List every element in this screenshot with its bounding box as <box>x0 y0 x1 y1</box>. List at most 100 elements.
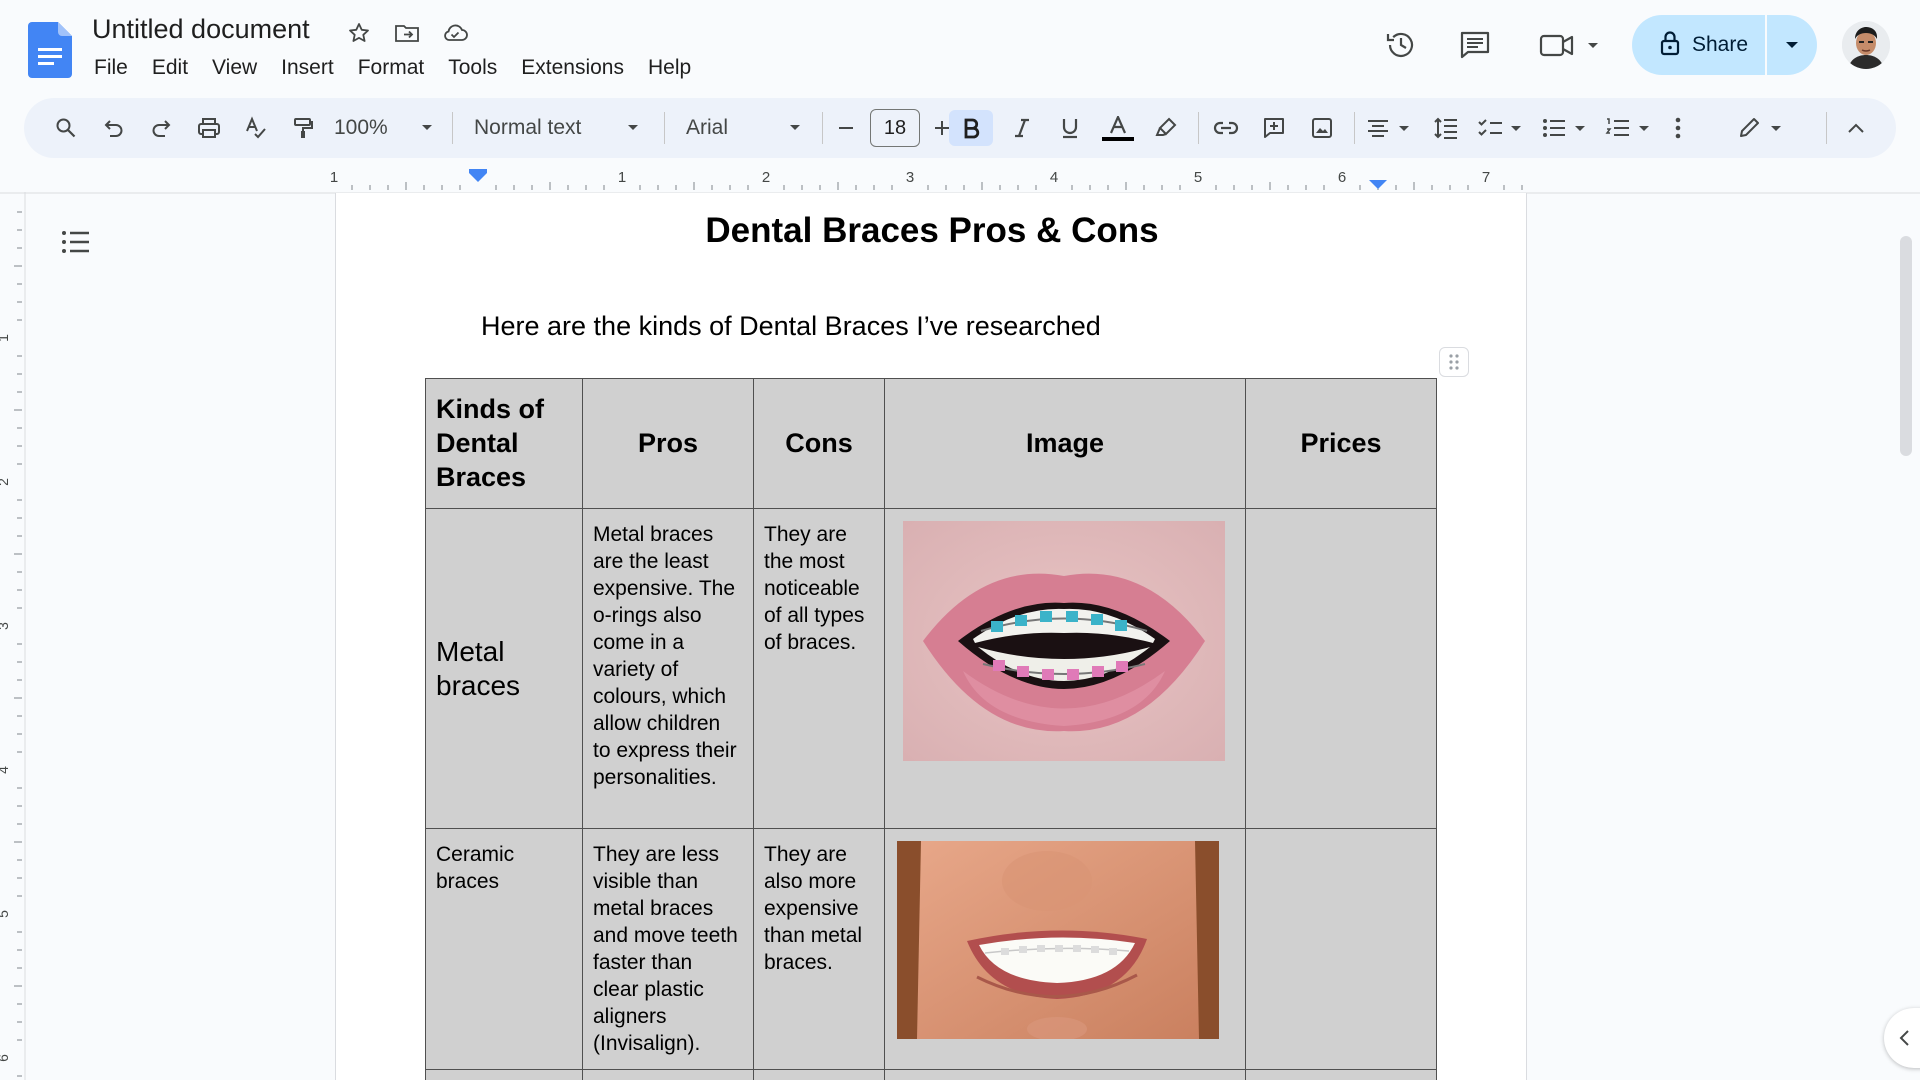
add-comment-icon[interactable] <box>1254 110 1294 146</box>
menu-extensions[interactable]: Extensions <box>509 54 636 82</box>
avatar[interactable] <box>1842 21 1890 69</box>
zoom-select[interactable]: 100% <box>334 110 434 146</box>
more-options-icon[interactable] <box>1664 110 1692 146</box>
cell-image[interactable] <box>884 1069 1246 1080</box>
share-label: Share <box>1692 33 1749 56</box>
left-indent-marker[interactable] <box>469 173 487 182</box>
font-select[interactable]: Arial <box>680 110 808 146</box>
header-prices[interactable]: Prices <box>1245 377 1437 510</box>
cell-image[interactable] <box>884 828 1246 1071</box>
paragraph-style-select[interactable]: Normal text <box>468 110 646 146</box>
horizontal-ruler[interactable]: 1 1 2 3 4 5 6 7 <box>0 164 1920 194</box>
ruler-label: 6 <box>0 1054 11 1062</box>
cell-price[interactable] <box>1245 1069 1437 1080</box>
cell-pros[interactable] <box>582 1069 754 1080</box>
print-icon[interactable] <box>191 110 227 146</box>
menu-format[interactable]: Format <box>346 54 437 82</box>
document-page[interactable]: Dental Braces Pros & Cons Here are the k… <box>335 193 1527 1080</box>
ruler-label: 5 <box>0 910 11 918</box>
menu-file[interactable]: File <box>82 54 140 82</box>
bold-button[interactable] <box>949 110 993 146</box>
intro-paragraph[interactable]: Here are the kinds of Dental Braces I’ve… <box>481 311 1101 342</box>
decrease-font-size-icon[interactable] <box>828 110 864 146</box>
checklist-icon[interactable] <box>1472 110 1532 146</box>
right-indent-marker[interactable] <box>1369 180 1387 189</box>
cloud-saved-icon[interactable] <box>440 18 470 48</box>
cell-kind[interactable]: Metal braces <box>425 508 583 830</box>
numbered-list-icon[interactable] <box>1600 110 1660 146</box>
style-dropdown-icon <box>628 125 638 130</box>
move-folder-icon[interactable] <box>392 18 422 48</box>
cell-cons[interactable] <box>753 1069 885 1080</box>
cell-cons[interactable]: They are also more expensive than metal … <box>753 828 885 1071</box>
cell-cons[interactable]: They are the most noticeable of all type… <box>753 508 885 830</box>
toolbar-separator <box>452 112 453 144</box>
table-drag-handle-icon[interactable] <box>1439 347 1469 377</box>
ruler-label: 6 <box>1338 169 1346 186</box>
vertical-scrollbar[interactable] <box>1900 236 1912 456</box>
collapse-menus-icon[interactable] <box>1838 110 1874 146</box>
show-side-panel-button[interactable] <box>1884 1008 1920 1068</box>
cell-pros[interactable]: They are less visible than metal braces … <box>582 828 754 1071</box>
chevron-left-icon <box>1899 1030 1909 1046</box>
font-size-input[interactable]: 18 <box>870 109 920 147</box>
share-main[interactable]: Share <box>1632 15 1767 75</box>
menu-help[interactable]: Help <box>636 54 703 82</box>
braces-table[interactable]: Kinds of Dental Braces Pros Cons Image P… <box>425 377 1437 1080</box>
ruler-label: 5 <box>1194 169 1202 186</box>
header-kinds[interactable]: Kinds of Dental Braces <box>425 377 583 510</box>
version-history-icon[interactable] <box>1381 26 1421 64</box>
table-row <box>425 1069 1437 1080</box>
header-image[interactable]: Image <box>884 377 1246 510</box>
meet-call-icon[interactable] <box>1534 26 1604 64</box>
ruler-label: 1 <box>618 169 626 186</box>
ceramic-braces-image[interactable] <box>897 841 1219 1042</box>
share-dropdown-icon[interactable] <box>1767 15 1817 75</box>
spellcheck-icon[interactable] <box>238 110 274 146</box>
underline-button[interactable] <box>1050 110 1090 146</box>
undo-icon[interactable] <box>96 110 132 146</box>
cell-price[interactable] <box>1245 828 1437 1071</box>
font-dropdown-icon <box>790 125 800 130</box>
insert-link-icon[interactable] <box>1206 110 1246 146</box>
ruler-label: 7 <box>1482 169 1490 186</box>
menu-insert[interactable]: Insert <box>269 54 346 82</box>
insert-image-icon[interactable] <box>1302 110 1342 146</box>
document-outline-icon[interactable] <box>58 224 94 260</box>
vertical-ruler[interactable]: 1 2 3 4 5 6 <box>0 192 26 1080</box>
menu-edit[interactable]: Edit <box>140 54 200 82</box>
bulleted-list-icon[interactable] <box>1536 110 1596 146</box>
align-icon[interactable] <box>1360 110 1420 146</box>
lock-icon <box>1660 30 1680 61</box>
menu-view[interactable]: View <box>200 54 269 82</box>
cell-kind[interactable] <box>425 1069 583 1080</box>
star-icon[interactable] <box>344 18 374 48</box>
cell-kind[interactable]: Ceramic braces <box>425 828 583 1071</box>
italic-button[interactable] <box>1002 110 1042 146</box>
docs-logo-icon[interactable] <box>28 22 72 78</box>
ruler-label: 2 <box>0 478 11 486</box>
cell-image[interactable] <box>884 508 1246 830</box>
cell-price[interactable] <box>1245 508 1437 830</box>
header: Untitled document File Edit View Insert … <box>0 0 1920 96</box>
font-value: Arial <box>686 116 729 139</box>
toolbar-separator <box>664 112 665 144</box>
share-button[interactable]: Share <box>1632 15 1817 75</box>
comments-icon[interactable] <box>1455 26 1495 64</box>
metal-braces-image[interactable] <box>903 521 1225 762</box>
header-pros[interactable]: Pros <box>582 377 754 510</box>
zoom-value: 100% <box>334 116 388 139</box>
redo-icon[interactable] <box>143 110 179 146</box>
editing-mode-icon[interactable] <box>1732 110 1792 146</box>
document-heading[interactable]: Dental Braces Pros & Cons <box>336 211 1528 251</box>
cell-pros[interactable]: Metal braces are the least expensive. Th… <box>582 508 754 830</box>
search-menus-icon[interactable] <box>48 110 84 146</box>
menu-tools[interactable]: Tools <box>436 54 509 82</box>
highlight-color-icon[interactable] <box>1146 110 1186 146</box>
first-line-indent-marker[interactable] <box>469 169 487 173</box>
document-title[interactable]: Untitled document <box>92 14 310 45</box>
header-cons[interactable]: Cons <box>753 377 885 510</box>
text-color-button[interactable] <box>1098 110 1138 146</box>
paint-format-icon[interactable] <box>285 110 321 146</box>
line-spacing-icon[interactable] <box>1426 110 1466 146</box>
